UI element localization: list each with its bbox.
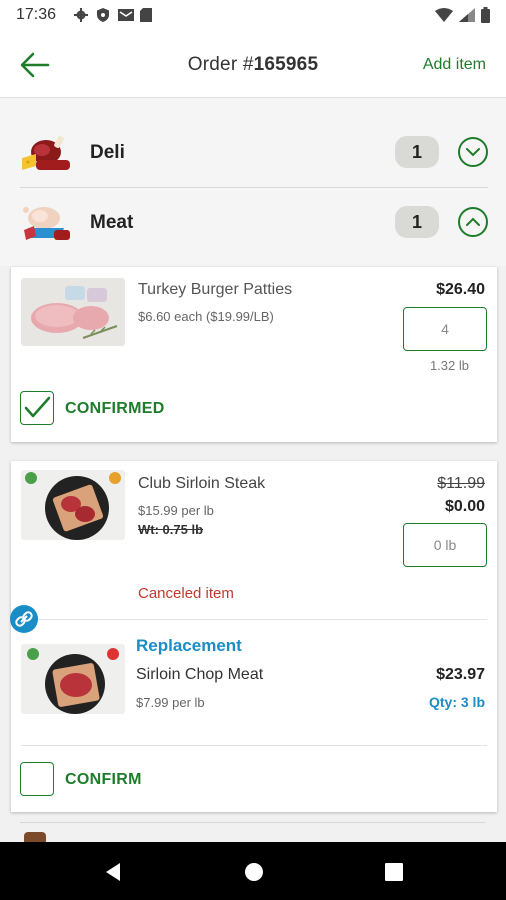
list-divider [20,822,486,823]
category-count-badge: 1 [395,136,439,168]
replacement-unit-price: $7.99 per lb [136,695,205,710]
status-notification-icons [74,8,154,22]
shield-icon [96,8,110,22]
product-image [21,470,125,540]
meat-icon [20,200,72,246]
confirm-checkbox[interactable] [20,762,54,796]
replacement-image [21,644,125,714]
mail-icon [118,8,134,22]
canceled-label: Canceled item [138,585,234,602]
product-name: Club Sirloin Steak [138,475,266,492]
nav-recents-icon[interactable] [384,862,404,887]
nav-home-icon[interactable] [244,862,264,887]
system-nav-bar [0,842,506,900]
replacement-qty: Qty: 3 lb [428,694,485,710]
product-weight: 1.32 lb [429,358,469,373]
replacement-heading: Replacement [136,636,242,655]
product-weight: Wt: 0.75 lb [138,522,204,537]
product-unit-price: $6.60 each ($19.99/LB) [138,309,274,324]
status-bar: 17:36 [0,0,506,32]
deli-icon [20,130,72,176]
confirmed-label: CONFIRMED [65,400,165,417]
order-number: 165965 [253,54,319,75]
product-price: $0.00 [444,498,485,515]
wifi-icon [435,8,453,27]
confirmed-checkbox[interactable] [20,391,54,425]
battery-icon [481,7,490,28]
quantity-input[interactable]: 4 [403,307,487,351]
original-price: $11.99 [437,475,485,492]
category-row-meat[interactable]: Meat 1 [0,188,506,258]
order-label: Order # [187,54,254,75]
confirm-divider [21,745,487,746]
nav-back-icon[interactable] [103,862,123,887]
item-card: Club Sirloin Steak $15.99 per lb Wt: 0.7… [10,461,497,812]
next-category-icon [24,832,46,842]
add-item-button[interactable]: Add item [423,56,486,74]
product-unit-price: $15.99 per lb [138,503,214,518]
link-icon [10,605,38,633]
replacement-divider [37,619,487,620]
confirm-label: CONFIRM [65,771,142,788]
product-name: Turkey Burger Patties [138,281,293,298]
product-price: $26.40 [436,281,485,298]
category-name: Meat [90,212,134,233]
chevron-up-icon[interactable] [458,207,488,237]
category-count-badge: 1 [395,206,439,238]
signal-icon [459,8,475,27]
replacement-name: Sirloin Chop Meat [136,666,264,683]
sd-card-icon [140,8,154,22]
product-image [21,278,125,346]
replacement-price: $23.97 [436,666,485,683]
status-system-icons [435,7,490,28]
category-list: Deli 1 Meat 1 [0,98,506,266]
app-bar: Order #165965 Add item [0,32,506,98]
category-row-deli[interactable]: Deli 1 [0,118,506,188]
status-time: 17:36 [16,6,57,23]
category-name: Deli [90,142,125,163]
quantity-input[interactable]: 0 lb [403,523,487,567]
item-card: Turkey Burger Patties $6.60 each ($19.99… [11,267,497,442]
chevron-down-icon[interactable] [458,137,488,167]
settings-icon [74,8,88,22]
